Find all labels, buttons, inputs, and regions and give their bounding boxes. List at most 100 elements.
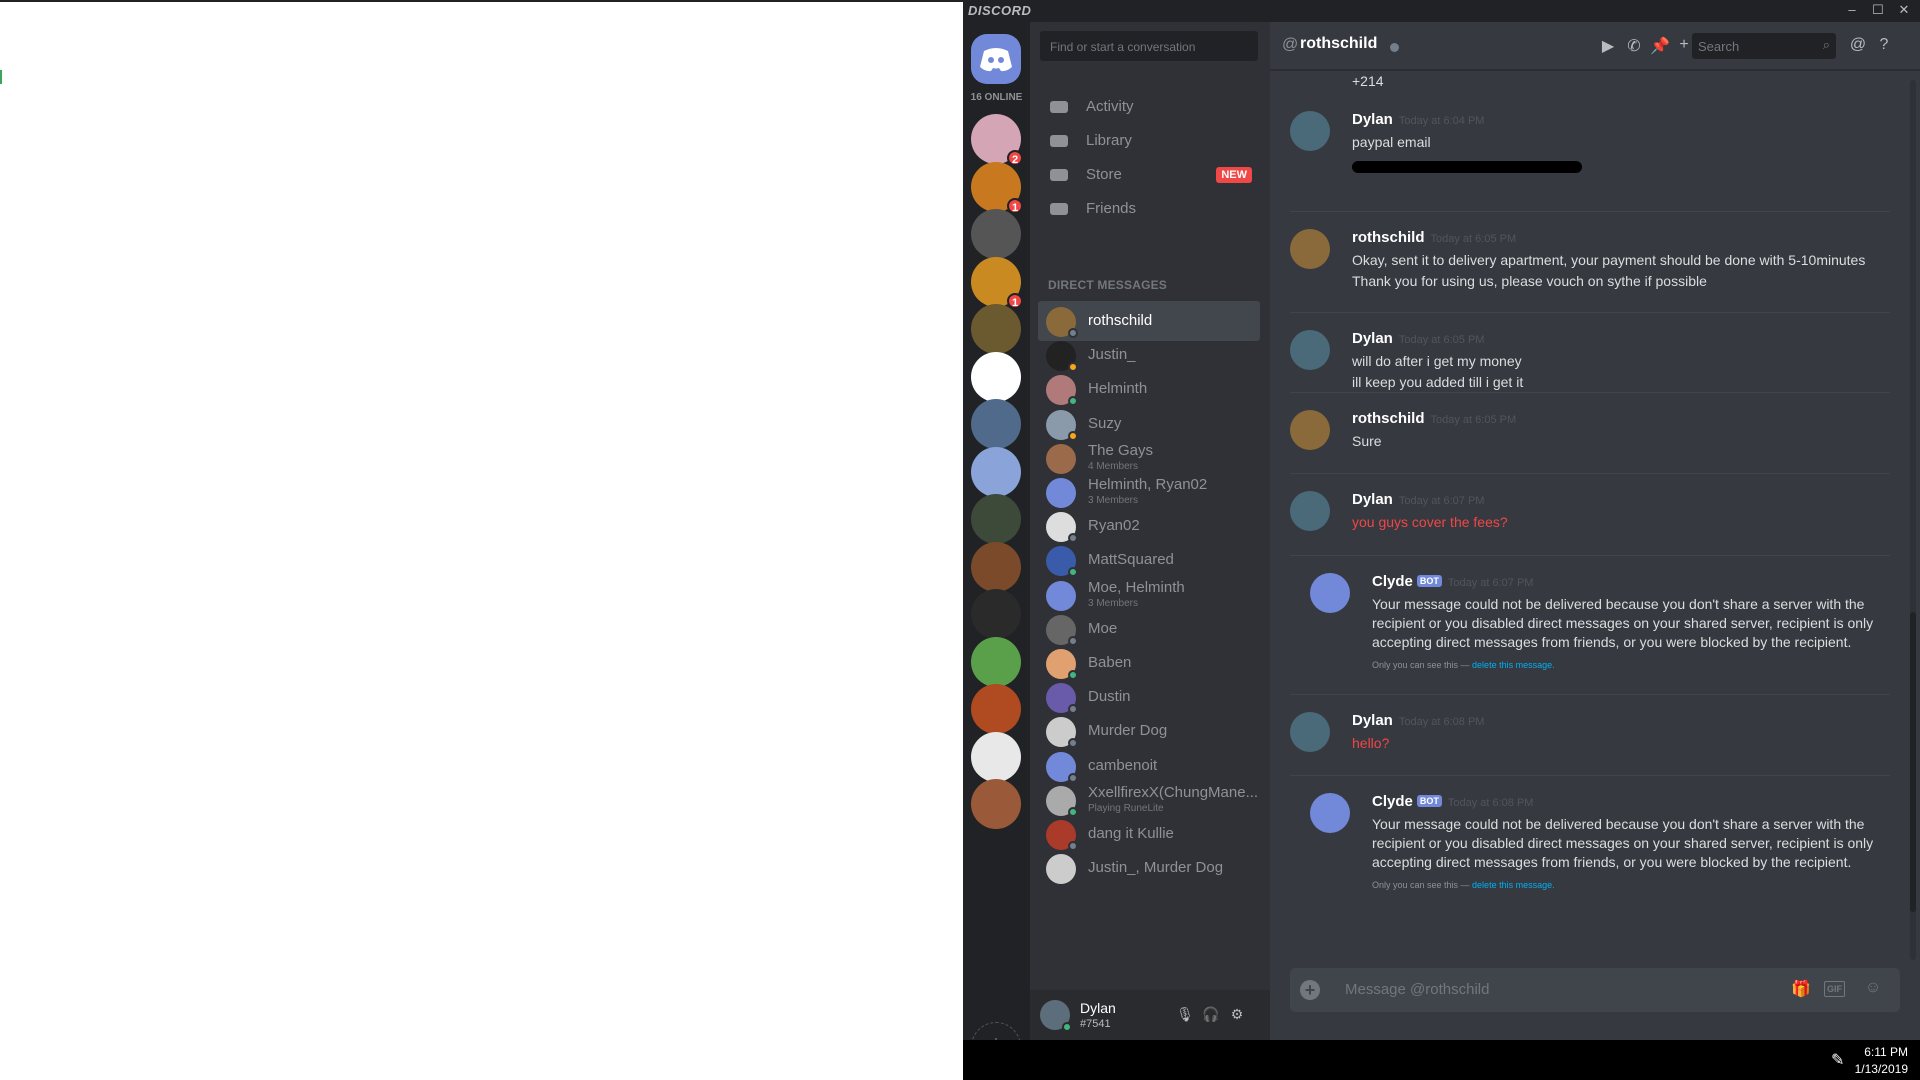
author-name[interactable]: rothschild: [1352, 229, 1425, 246]
message-text: Your message could not be delivered beca…: [1372, 596, 1874, 650]
ephemeral-note: Only you can see this — delete this mess…: [1372, 656, 1910, 675]
server-icon[interactable]: 1: [971, 161, 1023, 214]
timestamp: Today at 6:05 PM: [1430, 233, 1517, 245]
bot-avatar[interactable]: [1310, 573, 1350, 613]
redacted-email: [1352, 161, 1582, 173]
server-icon[interactable]: [971, 304, 1021, 354]
server-icon[interactable]: 1: [971, 256, 1023, 309]
server-icon[interactable]: 2: [971, 114, 1023, 166]
emoji-icon[interactable]: ☺: [1862, 979, 1884, 997]
timestamp: Today at 6:07 PM: [1398, 495, 1485, 507]
note-text: Only you can see this —: [1372, 660, 1473, 670]
server-icon[interactable]: [971, 779, 1021, 829]
nav-activity[interactable]: Activity: [1038, 88, 1260, 126]
author-name[interactable]: rothschild: [1352, 410, 1425, 427]
server-icon[interactable]: [971, 446, 1021, 497]
add-friend-icon[interactable]: +: [1674, 36, 1694, 56]
author-avatar[interactable]: [1290, 111, 1330, 151]
add-server-button[interactable]: +: [971, 1022, 1021, 1040]
home-button[interactable]: [971, 34, 1021, 84]
dm-name: Helminth: [1088, 380, 1148, 398]
message-list: +214 Dylan Today at 6:04 PM paypal email ro…: [1270, 71, 1910, 971]
search-icon: ⌕: [1822, 37, 1830, 52]
dm-name: MattSquared: [1088, 551, 1174, 569]
server-icon[interactable]: [971, 494, 1021, 544]
video-call-icon[interactable]: ▶: [1598, 36, 1618, 56]
server-icon[interactable]: [971, 351, 1021, 402]
ephemeral-note: Only you can see this — delete this mess…: [1372, 876, 1910, 895]
author-name[interactable]: Clyde: [1372, 573, 1413, 590]
author-name[interactable]: Dylan: [1352, 491, 1393, 508]
message-header: Dylan Today at 6:07 PM: [1352, 491, 1484, 508]
timestamp: Today at 6:05 PM: [1398, 334, 1485, 346]
author-name[interactable]: Clyde: [1372, 793, 1413, 810]
message-text: you guys cover the fees?: [1352, 514, 1508, 530]
nav-friends[interactable]: Friends: [1038, 190, 1260, 228]
find-conversation-input[interactable]: Find or start a conversation: [1040, 31, 1258, 61]
settings-gear-icon[interactable]: ⚙: [1228, 1006, 1246, 1024]
username: Dylan: [1080, 1000, 1116, 1016]
timestamp: Today at 6:05 PM: [1430, 414, 1517, 426]
author-avatar[interactable]: [1290, 229, 1330, 269]
system-clock[interactable]: 6:11 PM 1/13/2019: [1855, 1044, 1908, 1078]
bot-tag: BOT: [1416, 795, 1442, 807]
message-input[interactable]: Message @rothschild: [1345, 981, 1489, 998]
server-icon[interactable]: [971, 684, 1021, 734]
upload-plus-icon[interactable]: +: [1300, 980, 1320, 1000]
message-body: paypal email: [1352, 133, 1892, 154]
server-icon[interactable]: [971, 399, 1021, 449]
author-name[interactable]: Dylan: [1352, 330, 1393, 347]
server-icon[interactable]: [971, 541, 1021, 592]
message-header: Clyde BOT Today at 6:08 PM: [1372, 793, 1533, 810]
dm-name: Murder Dog: [1088, 722, 1168, 740]
server-icon[interactable]: [971, 589, 1021, 639]
dm-name: Moe: [1088, 619, 1118, 637]
delete-message-link[interactable]: delete this message.: [1472, 880, 1555, 890]
pinned-messages-icon[interactable]: 📌: [1650, 36, 1670, 56]
author-avatar[interactable]: [1290, 410, 1330, 450]
close-icon[interactable]: ✕: [1895, 2, 1913, 18]
timestamp: Today at 6:04 PM: [1398, 115, 1485, 127]
search-input[interactable]: Search ⌕: [1692, 33, 1836, 59]
dm-item[interactable]: Justin_, Murder Dog: [1038, 848, 1260, 888]
microphone-icon[interactable]: 🎙: [1176, 1006, 1194, 1024]
author-avatar[interactable]: [1290, 491, 1330, 531]
user-panel: Dylan #7541 🎙 🎧 ⚙: [1030, 990, 1270, 1040]
dm-subtitle: 4 Members: [1088, 460, 1139, 472]
author-name[interactable]: Dylan: [1352, 712, 1393, 729]
message-header: rothschild Today at 6:05 PM: [1352, 229, 1516, 246]
server-icon[interactable]: [971, 636, 1021, 687]
headphones-icon[interactable]: 🎧: [1202, 1006, 1220, 1024]
server-list: 16 ONLINE 2 1 1 +: [963, 22, 1030, 1040]
minimize-icon[interactable]: –: [1843, 2, 1861, 17]
message-composer[interactable]: + Message @rothschild 🎁 GIF ☺: [1290, 968, 1900, 1012]
pen-icon[interactable]: ✎: [1831, 1050, 1844, 1070]
message-header: Dylan Today at 6:04 PM: [1352, 111, 1484, 128]
author-avatar[interactable]: [1290, 712, 1330, 752]
dm-subtitle: 3 Members: [1088, 597, 1139, 609]
gif-button[interactable]: GIF: [1824, 981, 1845, 997]
server-icon[interactable]: [971, 731, 1021, 782]
note-text: Only you can see this —: [1372, 880, 1473, 890]
scrollbar-thumb[interactable]: [1910, 612, 1916, 912]
mentions-icon[interactable]: @: [1848, 36, 1868, 56]
author-name[interactable]: Dylan: [1352, 111, 1393, 128]
maximize-icon[interactable]: ☐: [1869, 2, 1887, 18]
dm-avatar: [1046, 443, 1076, 474]
nav-store[interactable]: Store NEW: [1038, 156, 1260, 194]
dm-avatar: [1046, 478, 1076, 508]
bot-avatar[interactable]: [1310, 793, 1350, 833]
help-icon[interactable]: ?: [1874, 36, 1894, 56]
author-avatar[interactable]: [1290, 330, 1330, 370]
phone-call-icon[interactable]: ✆: [1624, 36, 1644, 56]
message-body: you guys cover the fees?: [1352, 513, 1892, 534]
delete-message-link[interactable]: delete this message.: [1472, 660, 1555, 670]
server-icon[interactable]: [971, 209, 1021, 259]
gift-icon[interactable]: 🎁: [1790, 979, 1812, 999]
dm-name: dang it Kullie: [1088, 825, 1174, 842]
message-fragment: +214: [1352, 73, 1384, 89]
clock-time: 6:11 PM: [1864, 1045, 1908, 1059]
dm-name: Baben: [1088, 654, 1132, 671]
dm-name: cambenoit: [1088, 756, 1158, 774]
nav-library[interactable]: Library: [1038, 122, 1260, 160]
